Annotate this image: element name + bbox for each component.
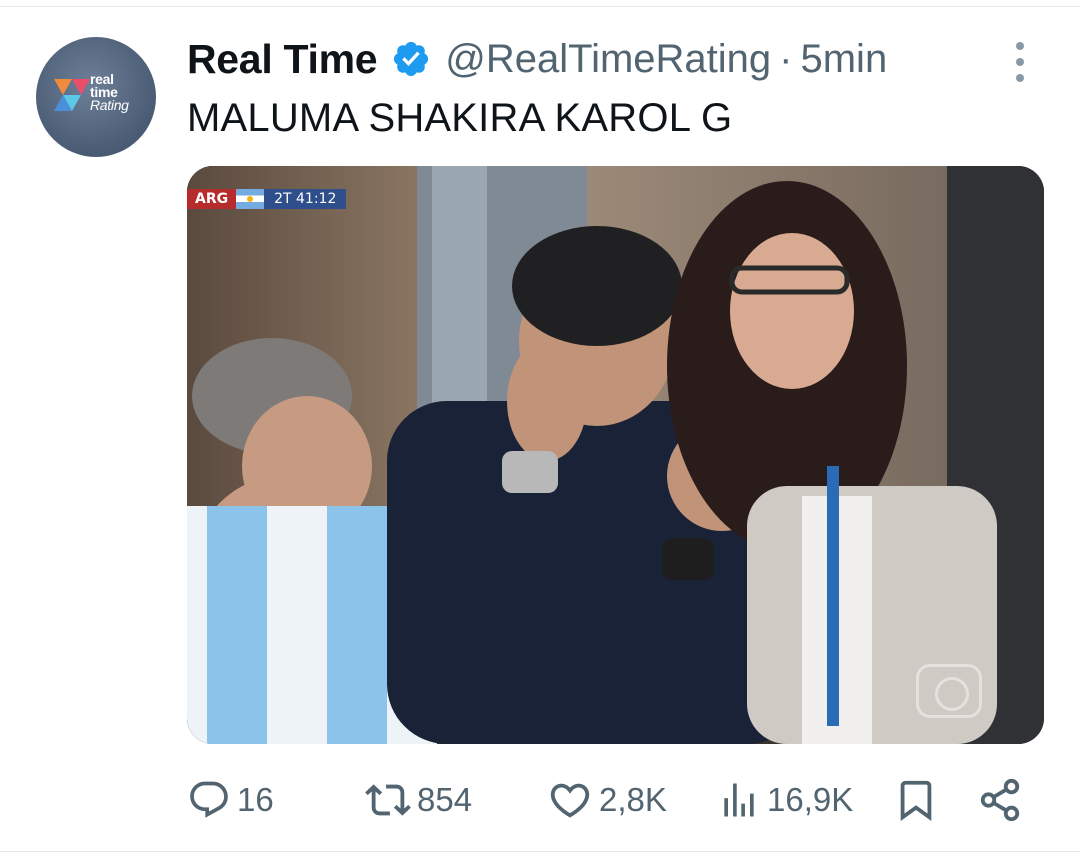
top-divider (0, 6, 1080, 7)
bottom-divider (0, 851, 1080, 852)
realtime-logo-icon (54, 79, 90, 111)
bookmark-button[interactable] (893, 775, 939, 825)
verified-badge-icon[interactable] (391, 39, 431, 79)
argentina-flag-icon (236, 189, 265, 209)
views-count: 16,9K (767, 781, 854, 818)
display-name[interactable]: Real Time (187, 36, 378, 83)
reply-button[interactable]: 16 (187, 775, 274, 825)
timestamp[interactable]: 5min (800, 37, 887, 82)
score-bug-clock: 2T 41:12 (264, 189, 347, 209)
tweet-text: MALUMA SHAKIRA KAROL G (187, 96, 733, 140)
user-handle[interactable]: @RealTimeRating (445, 37, 771, 82)
tweet-actions: 16 854 2,8K 16,9K (187, 775, 1037, 825)
globo-icon (916, 664, 982, 718)
reply-icon (190, 781, 228, 818)
views-icon (724, 783, 754, 817)
views-button[interactable]: 16,9K (717, 775, 853, 825)
repost-icon (365, 784, 411, 816)
like-count: 2,8K (599, 781, 667, 818)
bookmark-icon (900, 780, 932, 821)
score-bug-team: ARG (187, 189, 237, 209)
repost-count: 854 (417, 781, 473, 818)
score-bug: ARG 2T 41:12 (187, 188, 347, 210)
avatar-logo-text: real time Rating (90, 72, 129, 113)
photo-illustration (187, 166, 1044, 744)
avatar-logo-line3: Rating (90, 97, 129, 113)
avatar[interactable]: real time Rating (36, 37, 156, 157)
heart-icon (550, 783, 590, 818)
more-options-icon[interactable] (1008, 42, 1032, 82)
like-button[interactable]: 2,8K (547, 775, 667, 825)
share-button[interactable] (977, 775, 1023, 825)
separator-dot: · (779, 36, 793, 81)
tweet-media-image[interactable]: ARG 2T 41:12 (187, 166, 1044, 744)
repost-button[interactable]: 854 (365, 775, 472, 825)
reply-count: 16 (237, 781, 274, 818)
share-icon (980, 778, 1020, 822)
tweet-header: Real Time @RealTimeRating · 5min (187, 34, 887, 84)
